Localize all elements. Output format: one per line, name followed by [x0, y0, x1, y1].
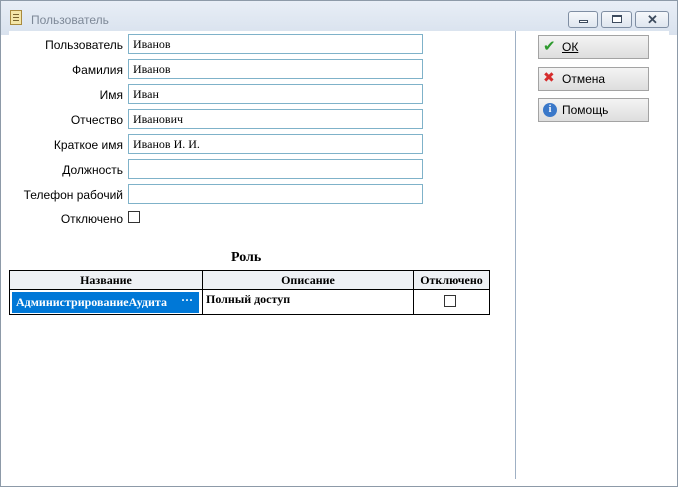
label-position: Должность: [62, 163, 123, 177]
maximize-button[interactable]: [601, 11, 632, 28]
role-disabled-checkbox[interactable]: [444, 295, 456, 307]
short-name-field[interactable]: Иванов И. И.: [128, 134, 423, 154]
document-icon: [10, 10, 22, 25]
label-first-name: Имя: [99, 88, 123, 102]
column-header-name[interactable]: Название: [9, 270, 203, 290]
cross-icon: [543, 69, 557, 86]
label-user: Пользователь: [45, 38, 123, 52]
role-name-selected[interactable]: АдминистрированиеАудита ···: [12, 292, 199, 313]
help-button-label: Помощь: [562, 103, 609, 117]
minimize-button[interactable]: [568, 11, 598, 28]
label-short-name: Краткое имя: [53, 138, 123, 152]
first-name-field[interactable]: Иван: [128, 84, 423, 104]
cancel-button[interactable]: Отмена: [538, 67, 649, 91]
dialog-content: Пользователь Иванов Фамилия Иванов Имя И…: [9, 31, 669, 479]
close-icon: ✕: [647, 12, 658, 27]
ok-button-label: ОК: [562, 40, 579, 54]
help-button[interactable]: i Помощь: [538, 98, 649, 122]
ok-button[interactable]: ОК: [538, 35, 649, 59]
info-icon: i: [543, 103, 557, 117]
disabled-checkbox[interactable]: [128, 211, 140, 223]
label-last-name: Фамилия: [72, 63, 123, 77]
maximize-icon: [612, 15, 622, 23]
role-disabled-cell[interactable]: [413, 289, 490, 315]
last-name-field[interactable]: Иванов: [128, 59, 423, 79]
patronymic-field[interactable]: Иванович: [128, 109, 423, 129]
vertical-divider: [515, 31, 516, 479]
role-name-cell[interactable]: АдминистрированиеАудита ···: [9, 289, 203, 315]
column-header-description[interactable]: Описание: [202, 270, 414, 290]
close-button[interactable]: ✕: [635, 11, 669, 28]
column-header-disabled[interactable]: Отключено: [413, 270, 490, 290]
title-bar[interactable]: Пользователь ✕: [1, 1, 677, 35]
work-phone-field[interactable]: [128, 184, 423, 204]
role-description: Полный доступ: [206, 292, 291, 306]
cancel-button-label: Отмена: [562, 72, 606, 86]
table-row[interactable]: АдминистрированиеАудита ··· Полный досту…: [9, 289, 490, 315]
ellipsis-button[interactable]: ···: [181, 293, 193, 308]
roles-table: Название Описание Отключено Администриро…: [9, 270, 490, 315]
role-name: АдминистрированиеАудита: [16, 295, 167, 309]
minimize-icon: [579, 20, 588, 23]
label-work-phone: Телефон рабочий: [23, 188, 123, 202]
checkmark-icon: [543, 37, 557, 55]
role-description-cell[interactable]: Полный доступ: [202, 289, 414, 315]
label-patronymic: Отчество: [70, 113, 123, 127]
table-header-row: Название Описание Отключено: [9, 270, 490, 290]
window-title: Пользователь: [31, 13, 109, 27]
label-disabled: Отключено: [60, 212, 123, 226]
user-dialog-window: Пользователь ✕ Пользователь Иванов Фамил…: [0, 0, 678, 487]
position-field[interactable]: [128, 159, 423, 179]
user-field[interactable]: Иванов: [128, 34, 423, 54]
roles-title: Роль: [231, 250, 262, 265]
